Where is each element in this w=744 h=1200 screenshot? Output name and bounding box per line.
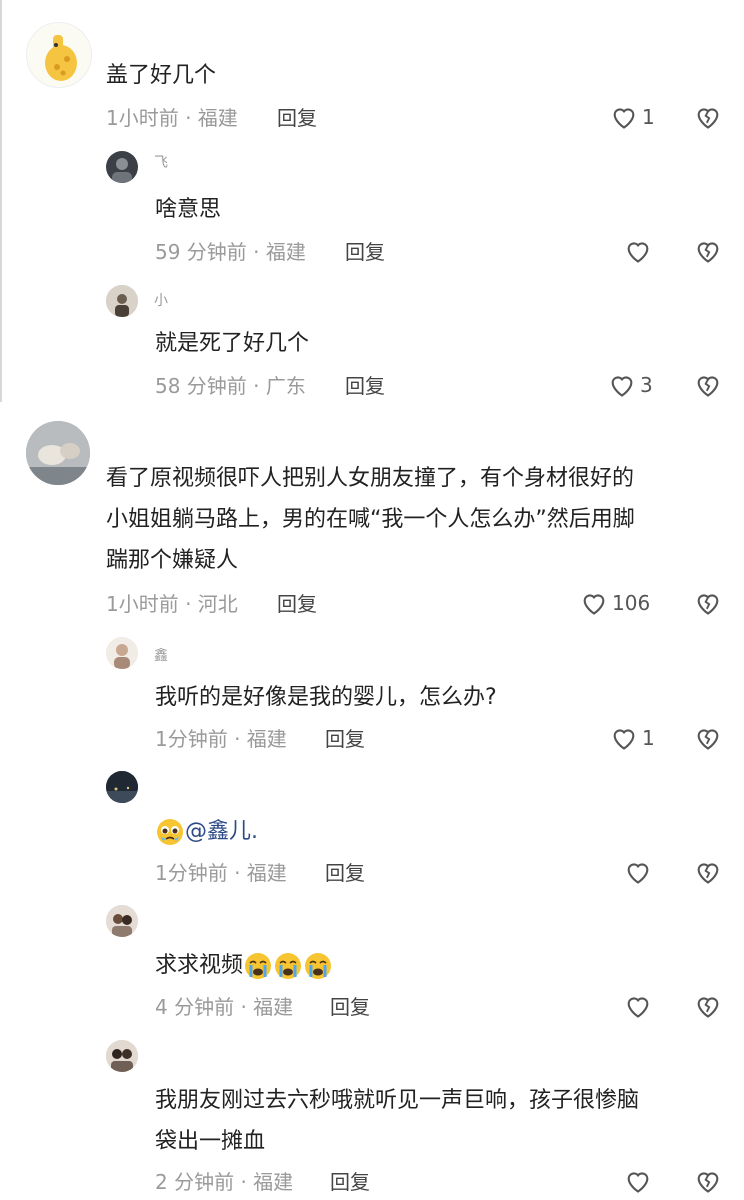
broken-heart-icon[interactable] [694,103,722,131]
reply-button[interactable]: 回复 [345,240,385,264]
loudly-crying-face-emoji [245,953,272,979]
pleading-face-emoji [157,819,183,845]
like-button[interactable] [624,858,656,886]
reply-text: 我朋友刚过去六秒哦就听见一声巨响，孩子很惨脑 袋出一摊血 [155,1080,639,1162]
avatar[interactable] [106,905,138,937]
reply-username[interactable]: 飞 [154,152,168,172]
reply-text: 啥意思 [155,197,222,222]
reply-text-line: 袋出一摊血 [155,1129,266,1154]
heart-outline-icon [627,863,649,884]
like-button[interactable]: 1 [610,103,655,131]
reply-username[interactable]: 鑫 [154,645,168,665]
avatar[interactable] [106,285,138,317]
reply-button[interactable]: 回复 [325,861,365,885]
heart-outline-icon [583,594,605,615]
comment-text-line: 踹那个嫌疑人 [106,548,239,573]
like-count: 106 [612,591,651,615]
reply-meta: 4 分钟前 · 福建 [155,995,294,1019]
loudly-crying-face-emoji [305,953,332,979]
heart-outline-icon [627,242,649,263]
heart-outline-icon [613,729,635,750]
reply-meta: 1分钟前 · 福建 [155,861,287,885]
heart-outline-icon [627,997,649,1018]
avatar[interactable] [26,22,92,88]
avatar[interactable] [106,637,138,669]
avatar[interactable] [106,151,138,183]
like-button[interactable] [624,1167,656,1195]
like-count: 1 [642,726,655,750]
comment-text: 看了原视频很吓人把别人女朋友撞了，有个身材很好的 小姐姐躺马路上，男的在喊“我一… [106,458,635,581]
like-button[interactable] [624,237,656,265]
like-button[interactable]: 1 [610,724,655,752]
broken-heart-icon[interactable] [694,858,722,886]
reply-text-content: 求求视频 [155,953,244,978]
broken-heart-icon[interactable] [694,589,722,617]
broken-heart-icon[interactable] [694,992,722,1020]
reply-button[interactable]: 回复 [277,106,317,130]
reply-button[interactable]: 回复 [345,374,385,398]
like-button[interactable]: 3 [608,371,653,399]
reply-text-line: 我朋友刚过去六秒哦就听见一声巨响，孩子很惨脑 [155,1088,640,1113]
heart-outline-icon [613,108,635,129]
reply-text: 求求视频 [155,945,333,986]
broken-heart-icon[interactable] [694,1167,722,1195]
like-button[interactable] [624,992,656,1020]
user-mention[interactable]: @鑫儿. [185,819,258,844]
heart-outline-icon [627,1172,649,1193]
like-count: 1 [642,105,655,129]
comment-text: 盖了好几个 [106,63,217,88]
avatar[interactable] [106,1040,138,1072]
reply-meta: 58 分钟前 · 广东 [155,374,306,398]
reply-text: 我听的是好像是我的婴儿，怎么办? [155,685,497,710]
reply-text: 就是死了好几个 [155,331,310,356]
avatar[interactable] [26,421,90,485]
comment-meta: 1小时前 · 河北 [106,592,238,616]
heart-outline-icon [611,376,633,397]
comment-meta: 1小时前 · 福建 [106,106,238,130]
reply-button[interactable]: 回复 [330,1170,370,1194]
loudly-crying-face-emoji [275,953,302,979]
broken-heart-icon[interactable] [694,371,722,399]
thread-line [0,0,2,402]
reply-text: @鑫儿. [155,811,258,852]
reply-button[interactable]: 回复 [330,995,370,1019]
reply-meta: 1分钟前 · 福建 [155,727,287,751]
comment-text-line: 看了原视频很吓人把别人女朋友撞了，有个身材很好的 [106,466,635,491]
reply-button[interactable]: 回复 [277,592,317,616]
like-button[interactable]: 106 [580,589,650,617]
comment-text-line: 小姐姐躺马路上，男的在喊“我一个人怎么办”然后用脚 [106,507,635,532]
avatar[interactable] [106,771,138,803]
like-count: 3 [640,373,653,397]
reply-username[interactable]: 小 [154,290,168,310]
reply-button[interactable]: 回复 [325,727,365,751]
broken-heart-icon[interactable] [694,724,722,752]
reply-meta: 2 分钟前 · 福建 [155,1170,294,1194]
reply-meta: 59 分钟前 · 福建 [155,240,306,264]
broken-heart-icon[interactable] [694,237,722,265]
